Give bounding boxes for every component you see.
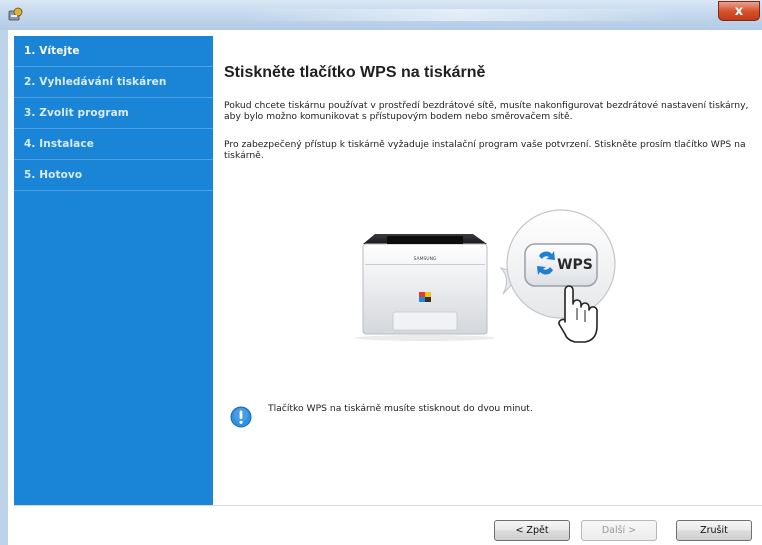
steps-sidebar: 1. Vítejte 2. Vyhledávání tiskáren 3. Zv… [14, 36, 213, 505]
printer-image: SAMSUNG [355, 234, 495, 341]
step-done: 5. Hotovo [14, 160, 213, 191]
step-welcome: 1. Vítejte [14, 36, 213, 67]
installer-window: x 1. Vítejte 2. Vyhledávání tiskáren 3. … [0, 0, 762, 545]
back-button[interactable]: < Zpět [494, 520, 570, 541]
window-title [240, 9, 680, 21]
wps-button-label: WPS [557, 257, 593, 273]
wps-illustration: SAMSUNG WPS [355, 209, 616, 343]
title-bar[interactable]: x [0, 0, 762, 30]
step-installation: 4. Instalace [14, 129, 213, 160]
cancel-button[interactable]: Zrušit [676, 520, 752, 541]
confirm-info-line-1: Pro zabezpečený přístup k tiskárně vyžad… [224, 139, 746, 150]
confirm-info-line-2: tiskárně. [224, 150, 264, 161]
next-button[interactable]: Další > [581, 520, 657, 541]
page-title: Stiskněte tlačítko WPS na tiskárně [224, 64, 486, 81]
button-bar: < Zpět Další > Zrušit [14, 505, 762, 545]
step-choose-program: 3. Zvolit program [14, 98, 213, 129]
wps-time-note: Tlačítko WPS na tiskárně musíte stisknou… [268, 403, 533, 414]
wireless-info-line-2: aby bylo možno komunikovat s přístupovým… [224, 111, 573, 122]
wps-callout: WPS [499, 209, 616, 343]
info-icon [230, 406, 252, 428]
app-icon [8, 7, 23, 21]
step-printer-search: 2. Vyhledávání tiskáren [14, 67, 213, 98]
main-content: Stiskněte tlačítko WPS na tiskárně Pokud… [213, 36, 762, 505]
wireless-info-line-1: Pokud chcete tiskárnu používat v prostře… [224, 100, 749, 111]
printer-brand: SAMSUNG [414, 256, 437, 262]
close-button[interactable]: x [718, 1, 760, 21]
